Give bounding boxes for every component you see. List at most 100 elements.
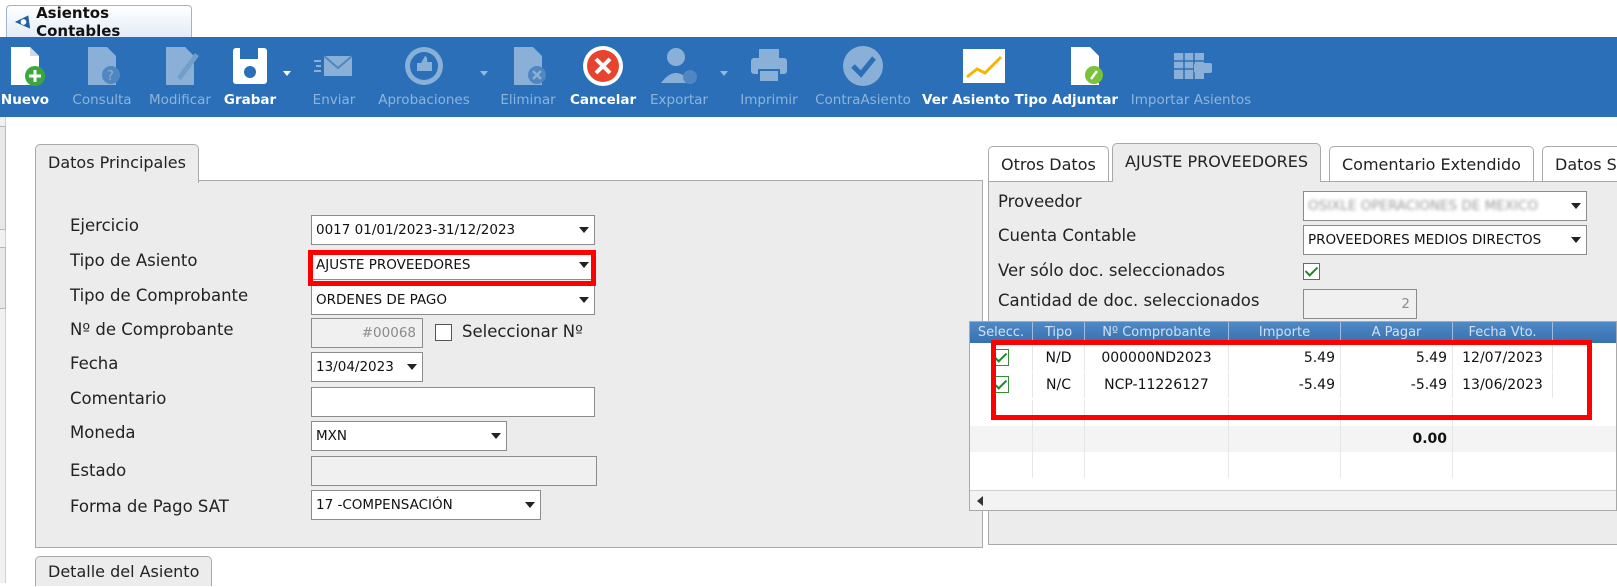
col-a-pagar-header[interactable]: A Pagar bbox=[1341, 322, 1453, 343]
num-comprobante-field[interactable]: #00068 bbox=[311, 318, 423, 348]
row-comprobante: 000000ND2023 bbox=[1085, 345, 1229, 371]
row-select-checkbox[interactable] bbox=[992, 349, 1009, 366]
chart-icon bbox=[963, 49, 1005, 83]
moneda-label: Moneda bbox=[70, 423, 136, 442]
tab-comentario-extendido[interactable]: Comentario Extendido bbox=[1329, 146, 1534, 183]
main-toolbar: Nuevo ? Consulta Modificar Grabar Enviar bbox=[0, 37, 1617, 117]
svg-text:?: ? bbox=[107, 69, 114, 84]
row-comprobante: NCP-11226127 bbox=[1085, 372, 1229, 398]
left-strip-tab-1[interactable] bbox=[0, 126, 6, 230]
row-a-pagar: 5.49 bbox=[1341, 345, 1453, 371]
row-select-checkbox[interactable] bbox=[992, 376, 1009, 393]
window-title: Asientos Contables bbox=[36, 3, 121, 40]
tab-datos-sat[interactable]: Datos SA bbox=[1542, 146, 1617, 183]
fecha-select[interactable]: 13/04/2023 bbox=[311, 352, 423, 382]
estado-label: Estado bbox=[70, 461, 127, 480]
col-importe-header[interactable]: Importe bbox=[1229, 322, 1341, 343]
ver-solo-checkbox[interactable] bbox=[1303, 263, 1320, 280]
row-a-pagar: -5.49 bbox=[1341, 372, 1453, 398]
tab-ajuste-proveedores[interactable]: AJUSTE PROVEEDORES bbox=[1112, 143, 1322, 182]
seleccionar-num-checkbox[interactable] bbox=[435, 324, 452, 341]
aprobaciones-dropdown-caret[interactable] bbox=[480, 71, 488, 76]
delete-document-icon bbox=[514, 47, 546, 85]
tab-detalle-asiento[interactable]: Detalle del Asiento bbox=[35, 556, 213, 586]
chevron-down-icon[interactable] bbox=[1566, 192, 1586, 220]
export-user-icon bbox=[661, 48, 697, 84]
tipo-asiento-select[interactable]: AJUSTE PROVEEDORES bbox=[311, 250, 595, 280]
documentos-grid[interactable]: Selecc. Tipo Nº Comprobante Importe A Pa… bbox=[969, 321, 1617, 511]
nuevo-button[interactable]: Nuevo bbox=[0, 37, 50, 117]
proveedor-select[interactable]: OSIXLE OPERACIONES DE MEXICO bbox=[1303, 191, 1587, 221]
table-row-empty bbox=[970, 452, 1616, 478]
cancel-icon bbox=[583, 46, 623, 86]
horizontal-scrollbar[interactable] bbox=[970, 490, 1616, 510]
comentario-input[interactable] bbox=[311, 387, 595, 417]
chevron-down-icon[interactable] bbox=[520, 491, 540, 519]
eliminar-button[interactable]: Eliminar bbox=[497, 37, 559, 117]
exportar-button[interactable]: Exportar bbox=[644, 37, 714, 117]
fecha-label: Fecha bbox=[70, 354, 119, 373]
exportar-dropdown-caret[interactable] bbox=[720, 71, 728, 76]
forma-pago-select[interactable]: 17 -COMPENSACIÓN bbox=[311, 490, 541, 520]
moneda-select[interactable]: MXN bbox=[311, 421, 507, 451]
cuenta-contable-label: Cuenta Contable bbox=[998, 226, 1137, 245]
consulta-button[interactable]: ? Consulta bbox=[68, 37, 136, 117]
row-fecha-vto: 13/06/2023 bbox=[1453, 372, 1553, 398]
attach-document-icon bbox=[1071, 47, 1103, 85]
estado-field bbox=[311, 456, 597, 486]
edit-document-icon bbox=[166, 47, 199, 85]
row-tipo: N/D bbox=[1033, 345, 1085, 371]
enviar-button[interactable]: Enviar bbox=[306, 37, 362, 117]
approval-icon bbox=[405, 47, 443, 85]
ver-solo-label: Ver sólo doc. seleccionados bbox=[998, 261, 1225, 280]
chevron-down-icon[interactable] bbox=[486, 422, 506, 450]
col-fecha-vto-header[interactable]: Fecha Vto. bbox=[1453, 322, 1553, 343]
calendar-dropdown-icon[interactable] bbox=[402, 353, 422, 381]
chevron-down-icon[interactable] bbox=[574, 286, 594, 314]
tipo-asiento-label: Tipo de Asiento bbox=[70, 251, 198, 270]
adjuntar-button[interactable]: Adjuntar bbox=[1050, 37, 1120, 117]
row-importe: 5.49 bbox=[1229, 345, 1341, 371]
scroll-left-arrow-icon[interactable] bbox=[977, 496, 983, 506]
imprimir-button[interactable]: Imprimir bbox=[736, 37, 802, 117]
row-importe: -5.49 bbox=[1229, 372, 1341, 398]
left-strip-tab-2[interactable] bbox=[0, 247, 6, 309]
total-a-pagar: 0.00 bbox=[1341, 426, 1453, 452]
cuenta-contable-select[interactable]: PROVEEDORES MEDIOS DIRECTOS bbox=[1303, 225, 1587, 255]
tab-otros-datos[interactable]: Otros Datos bbox=[988, 146, 1109, 183]
chevron-down-icon[interactable] bbox=[574, 216, 594, 244]
app-logo-icon bbox=[14, 14, 31, 29]
comentario-label: Comentario bbox=[70, 389, 167, 408]
importar-asientos-button[interactable]: Importar Asientos bbox=[1124, 37, 1258, 117]
grabar-button[interactable]: Grabar bbox=[222, 37, 278, 117]
grid-total-row: 0.00 bbox=[970, 426, 1616, 452]
ver-asiento-tipo-button[interactable]: Ver Asiento Tipo bbox=[922, 37, 1047, 117]
save-disk-icon bbox=[233, 48, 267, 84]
ejercicio-label: Ejercicio bbox=[70, 216, 139, 235]
aprobaciones-button[interactable]: Aprobaciones bbox=[374, 37, 474, 117]
cantidad-field: 2 bbox=[1303, 289, 1417, 319]
modificar-button[interactable]: Modificar bbox=[143, 37, 217, 117]
table-row[interactable]: N/D 000000ND2023 5.49 5.49 12/07/2023 bbox=[970, 345, 1616, 371]
grabar-dropdown-caret[interactable] bbox=[283, 71, 291, 76]
cancelar-button[interactable]: Cancelar bbox=[570, 37, 636, 117]
row-tipo: N/C bbox=[1033, 372, 1085, 398]
table-row-empty bbox=[970, 400, 1616, 426]
contraasiento-button[interactable]: ContraAsiento bbox=[810, 37, 916, 117]
grid-header: Selecc. Tipo Nº Comprobante Importe A Pa… bbox=[970, 322, 1616, 343]
col-comprobante-header[interactable]: Nº Comprobante bbox=[1085, 322, 1229, 343]
seleccionar-num-label: Seleccionar Nº bbox=[462, 322, 583, 341]
table-row[interactable]: N/C NCP-11226127 -5.49 -5.49 13/06/2023 bbox=[970, 372, 1616, 398]
query-document-icon: ? bbox=[88, 47, 120, 85]
col-selecc-header[interactable]: Selecc. bbox=[970, 322, 1033, 343]
cantidad-label: Cantidad de doc. seleccionados bbox=[998, 291, 1260, 310]
ejercicio-select[interactable]: 0017 01/01/2023-31/12/2023 bbox=[311, 215, 595, 245]
tab-datos-principales[interactable]: Datos Principales bbox=[35, 144, 199, 183]
new-document-icon bbox=[11, 47, 45, 86]
tipo-comprobante-select[interactable]: ORDENES DE PAGO bbox=[311, 285, 595, 315]
window-tab-asientos[interactable]: Asientos Contables bbox=[6, 3, 192, 40]
tipo-comprobante-label: Tipo de Comprobante bbox=[70, 286, 249, 305]
col-tipo-header[interactable]: Tipo bbox=[1033, 322, 1085, 343]
chevron-down-icon[interactable] bbox=[574, 251, 594, 279]
chevron-down-icon[interactable] bbox=[1566, 226, 1586, 254]
